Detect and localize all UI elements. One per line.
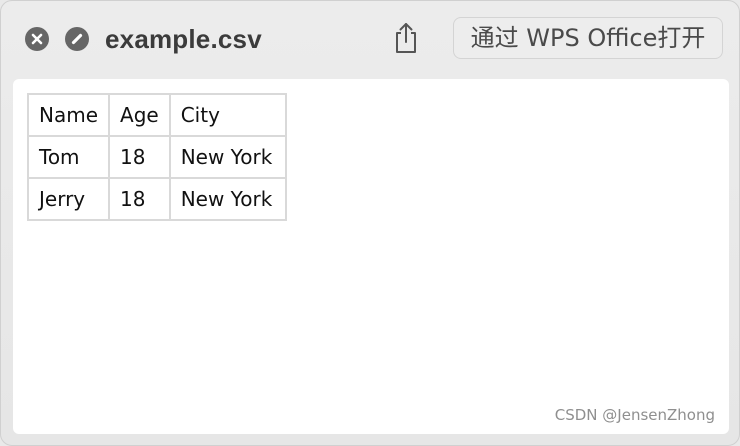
- table-row: Tom 18 New York: [26, 135, 287, 179]
- table-header-row: Name Age City: [26, 93, 287, 137]
- close-icon[interactable]: [25, 27, 49, 51]
- table-cell: Jerry: [26, 177, 111, 221]
- table-cell: Age: [108, 93, 171, 137]
- table-cell: New York: [168, 177, 287, 221]
- quicklook-window: example.csv 通过 WPS Office打开 Name Age City T…: [0, 0, 740, 446]
- csv-table: Name Age City Tom 18 New York Jerry 18 New York: [26, 93, 287, 221]
- table-cell: 18: [108, 177, 171, 221]
- csv-preview-area: Name Age City Tom 18 New York Jerry 18 New York …: [13, 79, 729, 434]
- table-cell: City: [168, 93, 287, 137]
- table-cell: 18: [108, 135, 171, 179]
- title-bar: example.csv 通过 WPS Office打开: [1, 1, 739, 79]
- minimize-icon[interactable]: [65, 27, 89, 51]
- watermark: CSDN @JensenZhong: [554, 406, 715, 424]
- share-icon[interactable]: [391, 21, 421, 55]
- table-cell: Name: [26, 93, 111, 137]
- window-title: example.csv: [105, 24, 262, 54]
- table-cell: New York: [168, 135, 287, 179]
- open-with-wps-button[interactable]: 通过 WPS Office打开: [453, 17, 723, 59]
- table-row: Jerry 18 New York: [26, 177, 287, 221]
- table-cell: Tom: [26, 135, 111, 179]
